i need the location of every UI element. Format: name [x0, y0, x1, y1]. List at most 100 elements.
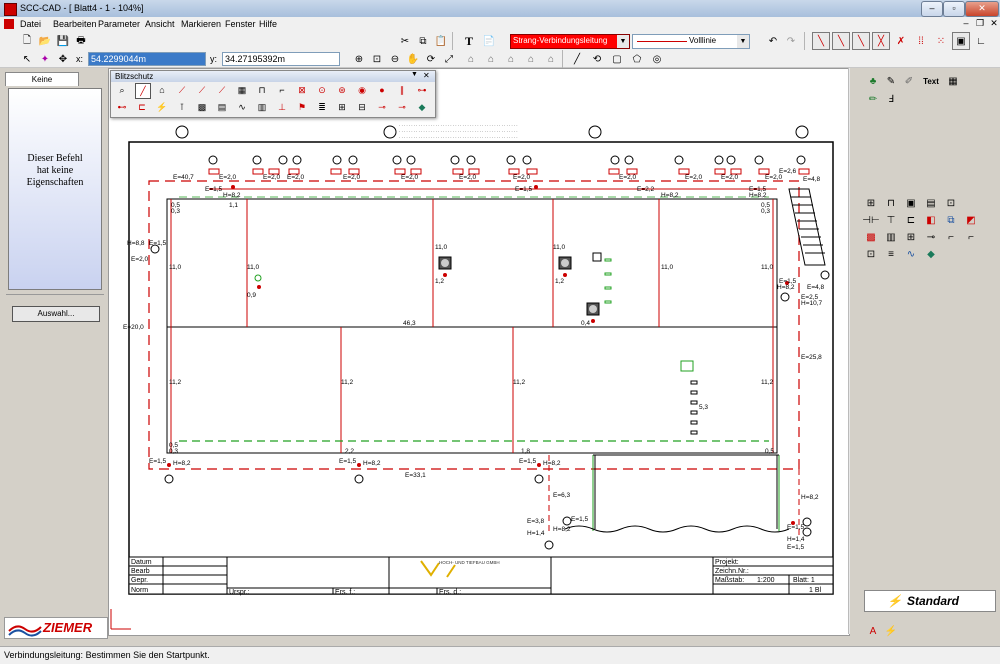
hanger-tool-icon[interactable]: ⊤: [884, 213, 898, 227]
earth-rod-icon[interactable]: ⊙: [315, 83, 329, 97]
minimize-button[interactable]: –: [921, 1, 943, 17]
snap-frame-icon[interactable]: ▣: [952, 32, 970, 50]
menu-parameter[interactable]: Parameter: [98, 19, 140, 29]
pointer-icon[interactable]: ↖: [18, 50, 36, 68]
doc-icon[interactable]: [4, 19, 14, 29]
flag-icon[interactable]: ⚑: [295, 100, 309, 114]
redo-icon[interactable]: ↷: [782, 32, 800, 50]
spark-icon[interactable]: ⚡: [155, 100, 169, 114]
air-rod-3-icon[interactable]: ⟋: [215, 83, 229, 97]
bracket-tool-icon[interactable]: ⊏: [904, 213, 918, 227]
mesh-icon[interactable]: ▦: [235, 83, 249, 97]
roof-icon[interactable]: ⌂: [155, 83, 169, 97]
view-3d-icon[interactable]: ⌂: [542, 50, 560, 68]
wave-icon[interactable]: ∿: [235, 100, 249, 114]
chain-icon[interactable]: ⊷: [115, 100, 129, 114]
drawing-canvas[interactable]: · · · · · · · · · · · · · · · · · · · · …: [108, 68, 850, 636]
panel-icon[interactable]: ▩: [195, 100, 209, 114]
probe-2-icon[interactable]: ⊸: [395, 100, 409, 114]
x-coordinate-input[interactable]: [88, 52, 206, 66]
double-line-icon[interactable]: ∥: [395, 83, 409, 97]
connector-icon[interactable]: ⊛: [335, 83, 349, 97]
menu-ansicht[interactable]: Ansicht: [145, 19, 175, 29]
grid-small-icon[interactable]: ⊟: [355, 100, 369, 114]
zoom-all-icon[interactable]: ⤢: [440, 50, 458, 68]
window-tool-icon[interactable]: ⊞: [864, 196, 878, 210]
close-button[interactable]: ✕: [965, 1, 999, 17]
table-icon[interactable]: ▦: [946, 74, 960, 88]
line-mode-3-icon[interactable]: ╲: [852, 32, 870, 50]
open-folder-icon[interactable]: 📂: [36, 32, 54, 50]
dot-icon[interactable]: ●: [375, 83, 389, 97]
stack-icon[interactable]: ≣: [315, 100, 329, 114]
mdi-restore-button[interactable]: ❐: [974, 18, 986, 29]
cut-icon[interactable]: ✂: [396, 32, 414, 50]
arc-tool-icon[interactable]: ⟲: [588, 50, 606, 68]
format-icon[interactable]: Ⅎ: [884, 92, 898, 106]
standard-style-button[interactable]: ⚡ Standard: [864, 590, 996, 612]
copy-icon[interactable]: ⧉: [414, 32, 432, 50]
menu-bearbeiten[interactable]: Bearbeiten: [53, 19, 97, 29]
link-icon[interactable]: ⊶: [415, 83, 429, 97]
pipe-tool-icon[interactable]: ⊸: [924, 230, 938, 244]
probe-icon[interactable]: ⊸: [375, 100, 389, 114]
menu-markieren[interactable]: Markieren: [181, 19, 221, 29]
y-coordinate-input[interactable]: [222, 52, 340, 66]
undo-icon[interactable]: ↶: [764, 32, 782, 50]
ortho-icon[interactable]: ∟: [972, 32, 990, 50]
rail-icon[interactable]: ⊞: [335, 100, 349, 114]
text-tool-icon[interactable]: T: [460, 32, 478, 50]
clamp-icon[interactable]: ⊓: [255, 83, 269, 97]
air-rod-2-icon[interactable]: ⟋: [195, 83, 209, 97]
cabinet-tool-icon[interactable]: ▤: [924, 196, 938, 210]
paste-icon[interactable]: 📋: [432, 32, 450, 50]
air-rod-icon[interactable]: ⟋: [175, 83, 189, 97]
view-front-icon[interactable]: ⌂: [462, 50, 480, 68]
mdi-minimize-button[interactable]: –: [960, 18, 972, 29]
grid-tool-icon[interactable]: ⊞: [904, 230, 918, 244]
rectangle-tool-icon[interactable]: ▢: [608, 50, 626, 68]
layer-select[interactable]: Strang-Verbindungsleitung ▼: [510, 34, 630, 49]
menu-datei[interactable]: Datei: [20, 19, 41, 29]
angle-tool-icon[interactable]: ⌐: [944, 230, 958, 244]
line-mode-4-icon[interactable]: ╳: [872, 32, 890, 50]
style-icon[interactable]: ⚡: [884, 624, 898, 638]
graph-tool-icon[interactable]: ⧉: [944, 213, 958, 227]
mdi-close-button[interactable]: ✕: [988, 18, 1000, 29]
polygon-tool-icon[interactable]: ⬠: [628, 50, 646, 68]
select-special-icon[interactable]: ✦: [36, 50, 54, 68]
conductor-icon[interactable]: ╱: [135, 83, 151, 99]
wire-tool-icon[interactable]: ∿: [904, 247, 918, 261]
line-mode-2-icon[interactable]: ╲: [832, 32, 850, 50]
blitzschutz-header[interactable]: Blitzschutz ▼ ✕: [111, 71, 435, 82]
attribute-icon[interactable]: 📄: [480, 32, 498, 50]
save-icon[interactable]: 💾: [54, 32, 72, 50]
cube-tool-icon[interactable]: ◧: [924, 213, 938, 227]
move-icon[interactable]: ✥: [54, 50, 72, 68]
bar-clamp-icon[interactable]: ⊏: [135, 100, 149, 114]
redraw-icon[interactable]: ⟳: [422, 50, 440, 68]
frame-tool-icon[interactable]: ▣: [904, 196, 918, 210]
connector-tool-icon[interactable]: ⊣⊢: [862, 213, 879, 227]
socket-tool-icon[interactable]: ⊡: [944, 196, 958, 210]
pan-icon[interactable]: ✋: [404, 50, 422, 68]
chevron-down-icon[interactable]: ▼: [411, 71, 418, 78]
bracket-icon[interactable]: ⌐: [275, 83, 289, 97]
print-icon[interactable]: 🖶: [72, 32, 90, 50]
menu-fenster[interactable]: Fenster: [225, 19, 256, 29]
fence-icon[interactable]: ▥: [255, 100, 269, 114]
door-tool-icon[interactable]: ⊓: [884, 196, 898, 210]
zoom-window-icon[interactable]: ⊡: [368, 50, 386, 68]
tree-icon[interactable]: ♣: [866, 74, 880, 88]
maximize-button[interactable]: ▫: [943, 1, 965, 17]
line-mode-1-icon[interactable]: ╲: [812, 32, 830, 50]
book-icon[interactable]: ◆: [415, 100, 429, 114]
view-top-icon[interactable]: ⌂: [482, 50, 500, 68]
text-icon[interactable]: Text: [920, 74, 942, 88]
marker-icon[interactable]: ✏: [866, 92, 880, 106]
view-side-icon[interactable]: ⌂: [502, 50, 520, 68]
brush-icon[interactable]: ✐: [902, 74, 916, 88]
menu-hilfe[interactable]: Hilfe: [259, 19, 277, 29]
auswahl-button[interactable]: Auswahl...: [12, 306, 100, 322]
pencil-icon[interactable]: ✎: [884, 74, 898, 88]
